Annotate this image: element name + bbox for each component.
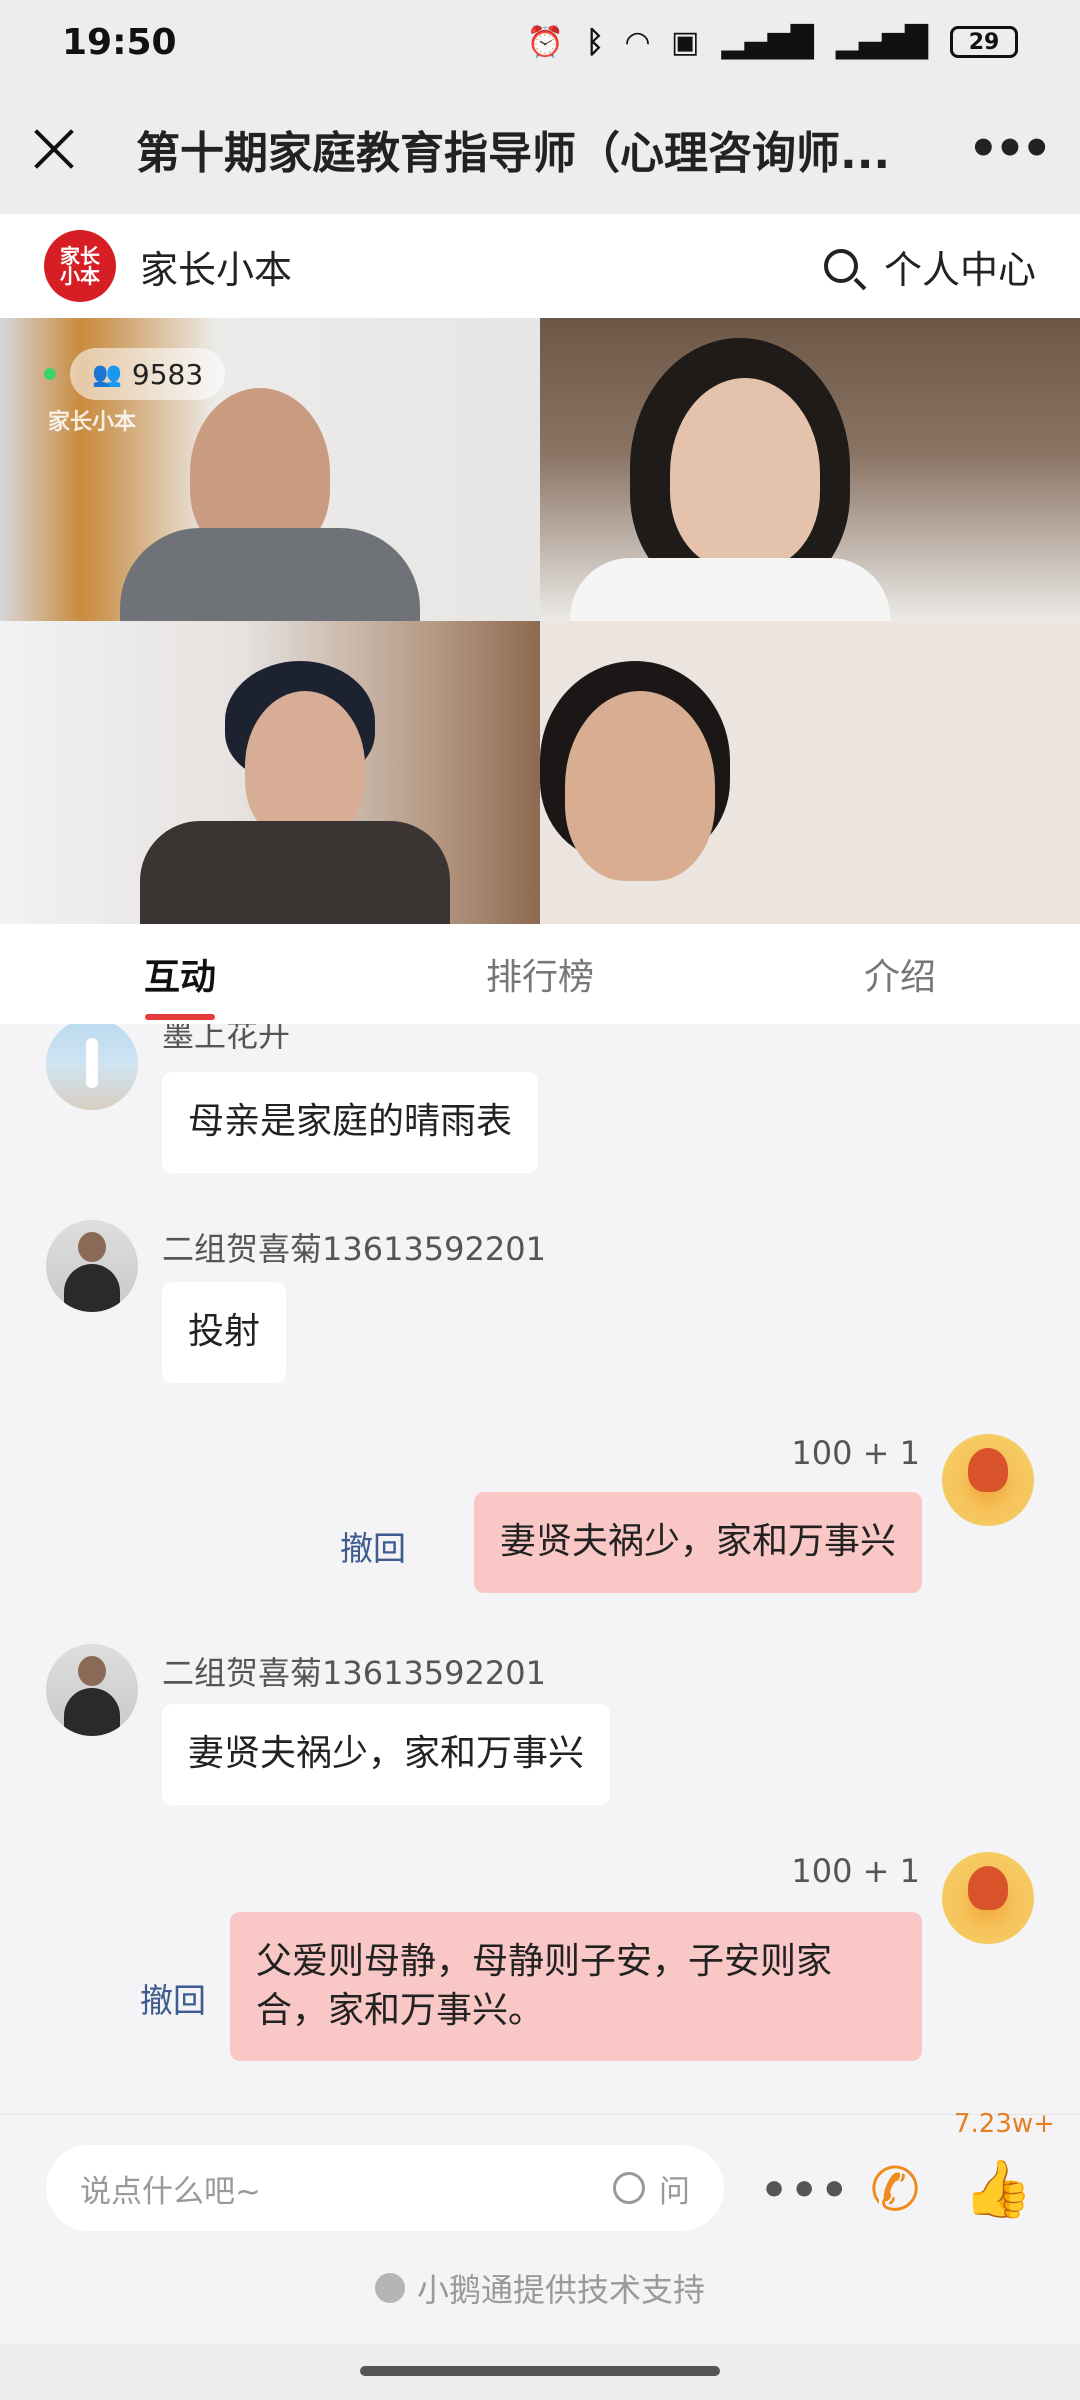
video-tile-guest-3[interactable]: [540, 621, 1080, 924]
bluetooth-icon: ᛒ: [585, 24, 604, 60]
message-nickname: 100 + 1: [791, 1852, 920, 1890]
alarm-icon: ⏰: [526, 24, 564, 60]
live-dot: [44, 368, 56, 380]
message-bubble[interactable]: 妻贤夫祸少，家和万事兴: [162, 1704, 611, 1805]
status-time: 19:50: [62, 21, 177, 63]
stream-watermark: 家长小本: [48, 410, 137, 435]
call-icon[interactable]: ✆: [860, 2155, 930, 2225]
search-icon[interactable]: [823, 249, 858, 283]
more-icon[interactable]: •••: [760, 2165, 850, 2216]
viewers-icon: 👥: [92, 360, 122, 388]
message-bubble[interactable]: 投射: [162, 1282, 287, 1383]
ask-label: 问: [659, 2173, 690, 2210]
brand-name[interactable]: 家长小本: [140, 239, 824, 294]
comment-input[interactable]: 说点什么吧~ 问: [46, 2145, 724, 2231]
viewer-count: 9583: [131, 357, 204, 391]
message-bubble[interactable]: 母亲是家庭的晴雨表: [162, 1072, 539, 1173]
message-nickname: 100 + 1: [791, 1434, 920, 1472]
close-icon[interactable]: [32, 127, 76, 171]
viewer-count-badge: 👥 9583: [70, 348, 226, 400]
avatar[interactable]: [46, 1644, 138, 1736]
live-video-grid[interactable]: 👥 9583 家长小本: [0, 318, 1080, 924]
like-count: 7.23w+: [954, 2109, 1055, 2139]
home-gesture-handle[interactable]: [360, 2366, 720, 2376]
xiaoetong-logo-icon: [374, 2273, 405, 2303]
status-icons: ⏰ ᛒ ◠ ▣ ▂▄▆█ ▂▄▆█ 29: [527, 25, 1018, 60]
tech-support-footer: 小鹅通提供技术支持: [0, 2265, 1080, 2311]
tab-interaction[interactable]: 互动: [0, 924, 360, 1024]
content-tabs: 互动 排行榜 介绍: [0, 924, 1080, 1024]
user-center-link[interactable]: 个人中心: [884, 239, 1036, 294]
signal-4g-icon-2: ▂▄▆█: [835, 24, 928, 60]
bottom-bar: 说点什么吧~ 问 ••• ✆ 7.23w+ 👍 小鹅通提供技术支持: [0, 2109, 1080, 2344]
brand-bar: 家长小本 家长小本 个人中心: [0, 214, 1080, 318]
recall-button[interactable]: 撤回: [140, 1974, 206, 2022]
tab-ranking[interactable]: 排行榜: [360, 924, 720, 1024]
like-icon[interactable]: 👍: [962, 2155, 1034, 2225]
tab-intro[interactable]: 介绍: [720, 924, 1080, 1024]
system-nav-bar: [0, 2344, 1080, 2400]
avatar[interactable]: [942, 1852, 1034, 1944]
video-tile-guest-1[interactable]: [540, 318, 1080, 621]
guest-3-face: [565, 691, 715, 881]
guest-2-body: [140, 821, 450, 924]
app-bar: 第十期家庭教育指导师（心理咨询师... •••: [0, 84, 1080, 214]
support-text: 小鹅通提供技术支持: [416, 2271, 705, 2309]
brand-logo[interactable]: 家长小本: [44, 230, 116, 302]
battery-icon: 29: [950, 26, 1018, 58]
guest-1-face: [670, 378, 820, 568]
signal-4g-icon: ▂▄▆█: [721, 24, 814, 60]
ask-toggle[interactable]: [613, 2172, 645, 2204]
message-nickname: 二组贺喜菊13613592201: [162, 1654, 546, 1692]
brand-logo-text: 家长小本: [60, 244, 100, 288]
comment-placeholder: 说点什么吧~: [80, 2173, 261, 2210]
page-title: 第十期家庭教育指导师（心理咨询师...: [136, 128, 891, 179]
message-nickname: 二组贺喜菊13613592201: [162, 1230, 546, 1268]
recall-button[interactable]: 撤回: [340, 1522, 406, 1570]
hd-icon: ▣: [671, 24, 700, 60]
guest-1-body: [570, 558, 890, 621]
avatar[interactable]: [942, 1434, 1034, 1526]
status-bar: 19:50 ⏰ ᛒ ◠ ▣ ▂▄▆█ ▂▄▆█ 29: [0, 0, 1080, 84]
chat-list[interactable]: 墨上花开 母亲是家庭的晴雨表 二组贺喜菊13613592201 投射 100 +…: [0, 1024, 1080, 2114]
message-bubble[interactable]: 父爱则母静，母静则子安，子安则家合，家和万事兴。: [230, 1912, 922, 2062]
message-bubble[interactable]: 妻贤夫祸少，家和万事兴: [473, 1492, 922, 1593]
video-tile-guest-2[interactable]: [0, 621, 540, 924]
host-body: [120, 528, 420, 621]
guest-2-face: [245, 691, 365, 841]
avatar[interactable]: [46, 1220, 138, 1312]
wifi-icon: ◠: [625, 24, 650, 60]
message-nickname: 墨上花开: [162, 1024, 291, 1054]
video-tile-host[interactable]: 👥 9583 家长小本: [0, 318, 540, 621]
avatar[interactable]: [46, 1024, 138, 1110]
more-menu-button[interactable]: •••: [968, 121, 1052, 177]
